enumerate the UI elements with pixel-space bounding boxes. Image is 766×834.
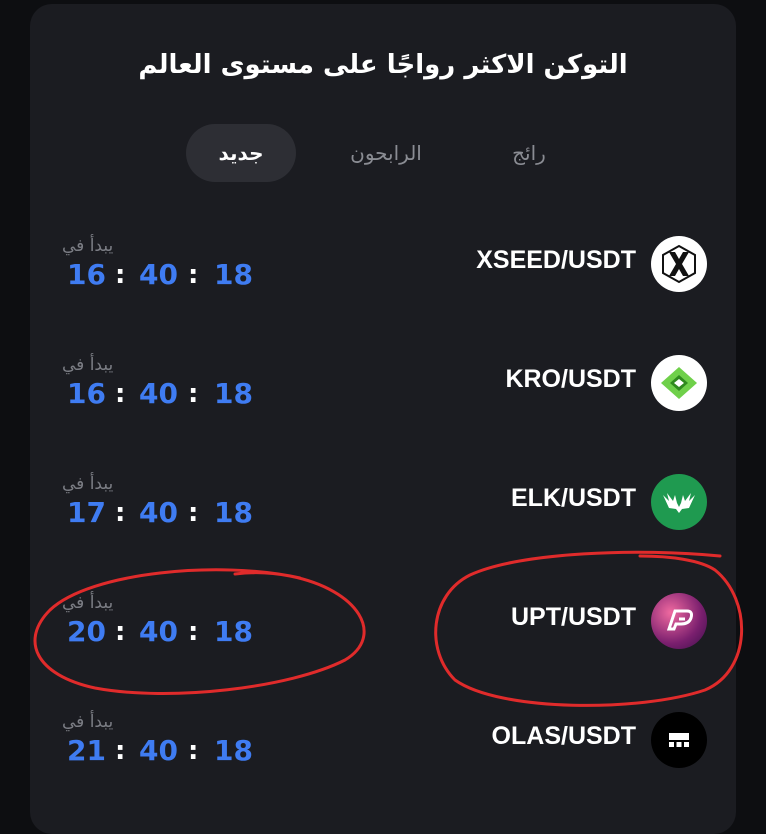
token-row-elk[interactable]: يبدأ في 17 : 40 : 18 ELK/USDT <box>0 474 766 584</box>
countdown-separator: : <box>188 260 199 290</box>
token-pair-name: UPT/USDT <box>511 603 636 631</box>
countdown-minutes: 40 <box>139 615 178 648</box>
countdown-hours: 16 <box>67 377 106 410</box>
kro-icon <box>651 355 707 411</box>
token-row-kro[interactable]: يبدأ في 16 : 40 : 18 KRO/USDT <box>0 355 766 465</box>
upt-icon <box>651 593 707 649</box>
countdown-seconds: 18 <box>214 377 253 410</box>
countdown-minutes: 40 <box>139 496 178 529</box>
countdown-seconds: 18 <box>214 615 253 648</box>
countdown-minutes: 40 <box>139 258 178 291</box>
countdown-separator: : <box>188 736 199 766</box>
token-row-upt[interactable]: يبدأ في 20 : 40 : 18 UPT/USDT <box>0 593 766 703</box>
countdown-separator: : <box>188 379 199 409</box>
countdown-minutes: 40 <box>139 377 178 410</box>
token-row-olas[interactable]: يبدأ في 21 : 40 : 18 OLAS/USDT <box>0 712 766 822</box>
token-pair-name: OLAS/USDT <box>491 722 636 750</box>
xseed-icon <box>651 236 707 292</box>
countdown-hours: 20 <box>67 615 106 648</box>
starts-in-label: يبدأ في <box>62 593 114 613</box>
countdown-separator: : <box>115 617 126 647</box>
countdown-separator: : <box>115 498 126 528</box>
page-title: التوكن الاكثر رواجًا على مستوى العالم <box>138 50 628 80</box>
elk-icon <box>651 474 707 530</box>
token-pair-name: XSEED/USDT <box>476 246 636 274</box>
countdown-hours: 17 <box>67 496 106 529</box>
countdown-hours: 16 <box>67 258 106 291</box>
tab-trending[interactable]: رائج <box>484 124 574 182</box>
tab-gainers[interactable]: الرابحون <box>330 124 442 182</box>
countdown-minutes: 40 <box>139 734 178 767</box>
token-row-xseed[interactable]: يبدأ في 16 : 40 : 18 XSEED/USDT <box>0 236 766 346</box>
countdown-separator: : <box>115 260 126 290</box>
tab-new[interactable]: جديد <box>186 124 296 182</box>
countdown-seconds: 18 <box>214 496 253 529</box>
starts-in-label: يبدأ في <box>62 236 114 256</box>
countdown-hours: 21 <box>67 734 106 767</box>
token-pair-name: KRO/USDT <box>505 365 636 393</box>
starts-in-label: يبدأ في <box>62 355 114 375</box>
olas-icon <box>651 712 707 768</box>
starts-in-label: يبدأ في <box>62 474 114 494</box>
countdown-separator: : <box>188 498 199 528</box>
countdown-separator: : <box>188 617 199 647</box>
countdown-separator: : <box>115 736 126 766</box>
starts-in-label: يبدأ في <box>62 712 114 732</box>
countdown-seconds: 18 <box>214 258 253 291</box>
token-pair-name: ELK/USDT <box>511 484 636 512</box>
countdown-separator: : <box>115 379 126 409</box>
countdown-seconds: 18 <box>214 734 253 767</box>
